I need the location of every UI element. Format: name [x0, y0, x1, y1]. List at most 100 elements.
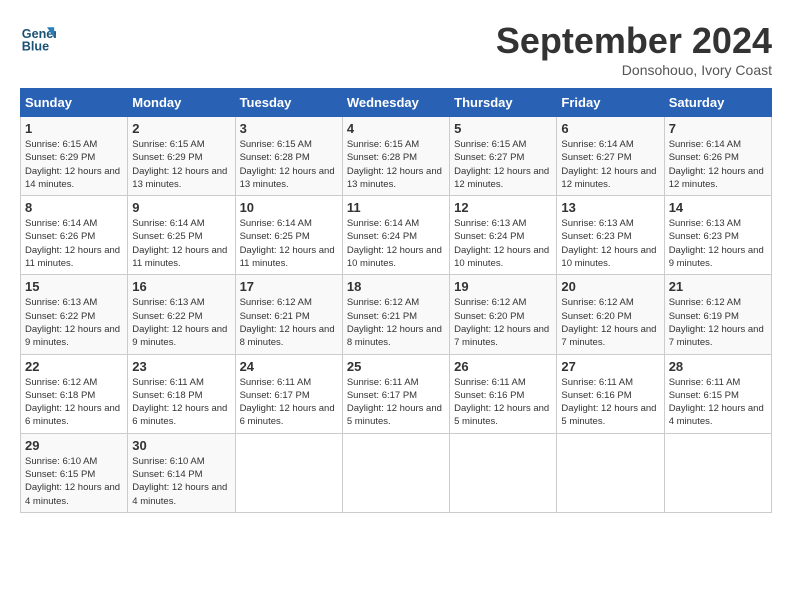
day-info: Sunrise: 6:15 AM Sunset: 6:28 PM Dayligh…	[240, 138, 338, 191]
day-info: Sunrise: 6:13 AM Sunset: 6:24 PM Dayligh…	[454, 217, 552, 270]
cell-week3-day6: 20 Sunrise: 6:12 AM Sunset: 6:20 PM Dayl…	[557, 275, 664, 354]
week-row-4: 22 Sunrise: 6:12 AM Sunset: 6:18 PM Dayl…	[21, 354, 772, 433]
cell-week1-day5: 5 Sunrise: 6:15 AM Sunset: 6:27 PM Dayli…	[450, 117, 557, 196]
day-number: 18	[347, 279, 445, 294]
day-info: Sunrise: 6:14 AM Sunset: 6:26 PM Dayligh…	[669, 138, 767, 191]
cell-week4-day3: 24 Sunrise: 6:11 AM Sunset: 6:17 PM Dayl…	[235, 354, 342, 433]
col-sunday: Sunday	[21, 89, 128, 117]
cell-week3-day3: 17 Sunrise: 6:12 AM Sunset: 6:21 PM Dayl…	[235, 275, 342, 354]
day-info: Sunrise: 6:15 AM Sunset: 6:27 PM Dayligh…	[454, 138, 552, 191]
day-number: 26	[454, 359, 552, 374]
cell-week2-day5: 12 Sunrise: 6:13 AM Sunset: 6:24 PM Dayl…	[450, 196, 557, 275]
day-number: 17	[240, 279, 338, 294]
day-number: 21	[669, 279, 767, 294]
week-row-1: 1 Sunrise: 6:15 AM Sunset: 6:29 PM Dayli…	[21, 117, 772, 196]
day-info: Sunrise: 6:12 AM Sunset: 6:18 PM Dayligh…	[25, 376, 123, 429]
cell-week1-day1: 1 Sunrise: 6:15 AM Sunset: 6:29 PM Dayli…	[21, 117, 128, 196]
cell-week3-day1: 15 Sunrise: 6:13 AM Sunset: 6:22 PM Dayl…	[21, 275, 128, 354]
day-info: Sunrise: 6:14 AM Sunset: 6:26 PM Dayligh…	[25, 217, 123, 270]
cell-week3-day4: 18 Sunrise: 6:12 AM Sunset: 6:21 PM Dayl…	[342, 275, 449, 354]
day-number: 28	[669, 359, 767, 374]
cell-week3-day2: 16 Sunrise: 6:13 AM Sunset: 6:22 PM Dayl…	[128, 275, 235, 354]
day-number: 15	[25, 279, 123, 294]
cell-week4-day7: 28 Sunrise: 6:11 AM Sunset: 6:15 PM Dayl…	[664, 354, 771, 433]
day-number: 24	[240, 359, 338, 374]
cell-week1-day4: 4 Sunrise: 6:15 AM Sunset: 6:28 PM Dayli…	[342, 117, 449, 196]
cell-week4-day2: 23 Sunrise: 6:11 AM Sunset: 6:18 PM Dayl…	[128, 354, 235, 433]
day-info: Sunrise: 6:14 AM Sunset: 6:24 PM Dayligh…	[347, 217, 445, 270]
day-info: Sunrise: 6:12 AM Sunset: 6:19 PM Dayligh…	[669, 296, 767, 349]
cell-week3-day7: 21 Sunrise: 6:12 AM Sunset: 6:19 PM Dayl…	[664, 275, 771, 354]
day-number: 12	[454, 200, 552, 215]
svg-text:Blue: Blue	[22, 40, 49, 54]
day-number: 1	[25, 121, 123, 136]
cell-week4-day6: 27 Sunrise: 6:11 AM Sunset: 6:16 PM Dayl…	[557, 354, 664, 433]
day-info: Sunrise: 6:11 AM Sunset: 6:16 PM Dayligh…	[561, 376, 659, 429]
day-info: Sunrise: 6:11 AM Sunset: 6:15 PM Dayligh…	[669, 376, 767, 429]
cell-week5-day4	[342, 433, 449, 512]
title-area: September 2024 Donsohouo, Ivory Coast	[496, 20, 772, 78]
col-monday: Monday	[128, 89, 235, 117]
cell-week5-day7	[664, 433, 771, 512]
cell-week2-day6: 13 Sunrise: 6:13 AM Sunset: 6:23 PM Dayl…	[557, 196, 664, 275]
cell-week2-day4: 11 Sunrise: 6:14 AM Sunset: 6:24 PM Dayl…	[342, 196, 449, 275]
day-number: 3	[240, 121, 338, 136]
day-number: 23	[132, 359, 230, 374]
day-info: Sunrise: 6:12 AM Sunset: 6:21 PM Dayligh…	[347, 296, 445, 349]
day-number: 13	[561, 200, 659, 215]
day-number: 20	[561, 279, 659, 294]
cell-week5-day2: 30 Sunrise: 6:10 AM Sunset: 6:14 PM Dayl…	[128, 433, 235, 512]
day-number: 29	[25, 438, 123, 453]
day-info: Sunrise: 6:14 AM Sunset: 6:27 PM Dayligh…	[561, 138, 659, 191]
header: General Blue September 2024 Donsohouo, I…	[20, 20, 772, 78]
cell-week5-day3	[235, 433, 342, 512]
day-number: 19	[454, 279, 552, 294]
day-info: Sunrise: 6:13 AM Sunset: 6:22 PM Dayligh…	[132, 296, 230, 349]
day-info: Sunrise: 6:10 AM Sunset: 6:14 PM Dayligh…	[132, 455, 230, 508]
day-info: Sunrise: 6:11 AM Sunset: 6:16 PM Dayligh…	[454, 376, 552, 429]
cell-week2-day3: 10 Sunrise: 6:14 AM Sunset: 6:25 PM Dayl…	[235, 196, 342, 275]
days-header-row: Sunday Monday Tuesday Wednesday Thursday…	[21, 89, 772, 117]
day-number: 27	[561, 359, 659, 374]
cell-week1-day7: 7 Sunrise: 6:14 AM Sunset: 6:26 PM Dayli…	[664, 117, 771, 196]
day-number: 6	[561, 121, 659, 136]
day-number: 11	[347, 200, 445, 215]
day-info: Sunrise: 6:14 AM Sunset: 6:25 PM Dayligh…	[240, 217, 338, 270]
day-number: 7	[669, 121, 767, 136]
day-info: Sunrise: 6:13 AM Sunset: 6:23 PM Dayligh…	[669, 217, 767, 270]
day-info: Sunrise: 6:12 AM Sunset: 6:20 PM Dayligh…	[454, 296, 552, 349]
day-number: 8	[25, 200, 123, 215]
cell-week1-day6: 6 Sunrise: 6:14 AM Sunset: 6:27 PM Dayli…	[557, 117, 664, 196]
cell-week2-day1: 8 Sunrise: 6:14 AM Sunset: 6:26 PM Dayli…	[21, 196, 128, 275]
cell-week5-day5	[450, 433, 557, 512]
day-number: 9	[132, 200, 230, 215]
day-number: 25	[347, 359, 445, 374]
day-info: Sunrise: 6:11 AM Sunset: 6:17 PM Dayligh…	[347, 376, 445, 429]
day-number: 30	[132, 438, 230, 453]
day-number: 10	[240, 200, 338, 215]
day-info: Sunrise: 6:14 AM Sunset: 6:25 PM Dayligh…	[132, 217, 230, 270]
day-number: 14	[669, 200, 767, 215]
day-info: Sunrise: 6:15 AM Sunset: 6:29 PM Dayligh…	[132, 138, 230, 191]
day-number: 4	[347, 121, 445, 136]
day-info: Sunrise: 6:13 AM Sunset: 6:22 PM Dayligh…	[25, 296, 123, 349]
day-info: Sunrise: 6:10 AM Sunset: 6:15 PM Dayligh…	[25, 455, 123, 508]
cell-week2-day7: 14 Sunrise: 6:13 AM Sunset: 6:23 PM Dayl…	[664, 196, 771, 275]
day-info: Sunrise: 6:13 AM Sunset: 6:23 PM Dayligh…	[561, 217, 659, 270]
day-number: 22	[25, 359, 123, 374]
logo: General Blue	[20, 20, 56, 56]
cell-week5-day6	[557, 433, 664, 512]
col-saturday: Saturday	[664, 89, 771, 117]
week-row-5: 29 Sunrise: 6:10 AM Sunset: 6:15 PM Dayl…	[21, 433, 772, 512]
calendar-table: Sunday Monday Tuesday Wednesday Thursday…	[20, 88, 772, 513]
day-number: 16	[132, 279, 230, 294]
cell-week4-day5: 26 Sunrise: 6:11 AM Sunset: 6:16 PM Dayl…	[450, 354, 557, 433]
day-number: 5	[454, 121, 552, 136]
col-wednesday: Wednesday	[342, 89, 449, 117]
day-info: Sunrise: 6:15 AM Sunset: 6:29 PM Dayligh…	[25, 138, 123, 191]
cell-week3-day5: 19 Sunrise: 6:12 AM Sunset: 6:20 PM Dayl…	[450, 275, 557, 354]
day-info: Sunrise: 6:12 AM Sunset: 6:20 PM Dayligh…	[561, 296, 659, 349]
cell-week1-day3: 3 Sunrise: 6:15 AM Sunset: 6:28 PM Dayli…	[235, 117, 342, 196]
day-info: Sunrise: 6:12 AM Sunset: 6:21 PM Dayligh…	[240, 296, 338, 349]
day-info: Sunrise: 6:11 AM Sunset: 6:17 PM Dayligh…	[240, 376, 338, 429]
